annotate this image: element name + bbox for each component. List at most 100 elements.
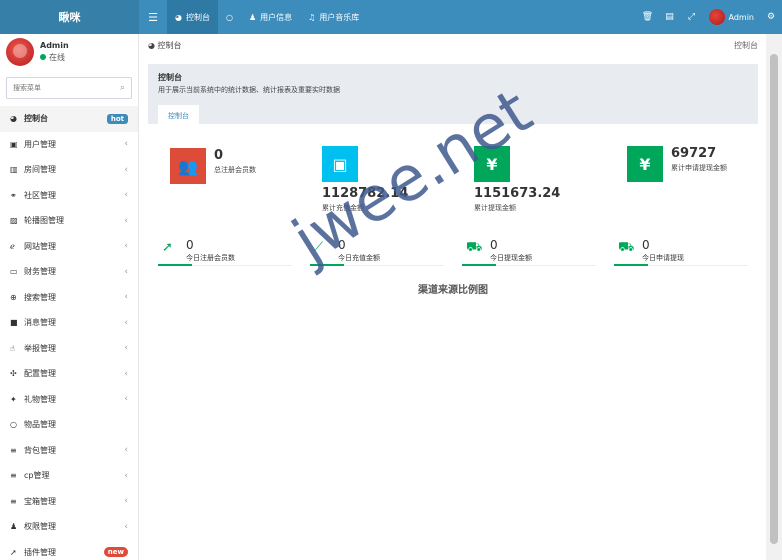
stat-total-members: 👥 0 总注册会员数 bbox=[170, 148, 256, 184]
nav-user-info-label: 用户信息 bbox=[260, 12, 293, 22]
sidebar-item-rooms[interactable]: ▥ 房间管理 ‹ bbox=[0, 157, 138, 183]
page-scrollbar[interactable] bbox=[766, 34, 782, 560]
sidebar: Admin 在线 ⌕ ◕ 控制台 hot ▣ 用户管理 ‹ ▥ 房间管理 ‹ ⚭ 社区管理 ‹ … bbox=[0, 34, 139, 560]
sidebar-item-label: cp管理 bbox=[24, 471, 50, 481]
chevron-left-icon: ‹ bbox=[124, 317, 128, 328]
nav-user-info[interactable]: ♟ 用户信息 bbox=[241, 0, 300, 34]
sidebar-menu: ◕ 控制台 hot ▣ 用户管理 ‹ ▥ 房间管理 ‹ ⚭ 社区管理 ‹ ▨ 轮播图管理 ‹ ℯ 网站… bbox=[0, 106, 138, 560]
shopping-bag-icon: ▣ bbox=[322, 146, 358, 182]
app-logo[interactable]: 瞅咪 bbox=[0, 0, 139, 34]
sidebar-item-label: 控制台 bbox=[24, 114, 48, 124]
search-plus-icon: ⊕ bbox=[10, 292, 17, 302]
sidebar-item-plugins[interactable]: ➚ 插件管理 new bbox=[0, 540, 138, 560]
list-icon: ≡ bbox=[10, 471, 17, 481]
bank-icon: ▥ bbox=[10, 165, 18, 175]
stat-total-withdraw: ¥ 1151673.24 累计提现金额 bbox=[474, 146, 560, 213]
main-content: ◕ 控制台 控制台 控制台 用于展示当前系统中的统计数据、统计报表及重要实时数据… bbox=[140, 34, 766, 560]
users-icon: 👥 bbox=[170, 148, 206, 184]
stat-value: 0 bbox=[214, 148, 224, 163]
nav-circle[interactable]: ○ bbox=[218, 0, 241, 34]
nav-music-library[interactable]: ♫ 用户音乐库 bbox=[300, 0, 367, 34]
stat-value: 69727 bbox=[671, 146, 717, 161]
sidebar-item-finance[interactable]: ▭ 财务管理 ‹ bbox=[0, 259, 138, 285]
fullscreen-icon[interactable]: ⤢ bbox=[681, 0, 703, 34]
sidebar-item-search[interactable]: ⊕ 搜索管理 ‹ bbox=[0, 285, 138, 311]
sidebar-item-dashboard[interactable]: ◕ 控制台 hot bbox=[0, 106, 138, 132]
sidebar-item-cp[interactable]: ≡ cp管理 ‹ bbox=[0, 463, 138, 489]
ie-icon: ℯ bbox=[10, 241, 15, 251]
sidebar-item-label: 轮播图管理 bbox=[24, 216, 64, 226]
stat-value: 0 bbox=[338, 238, 346, 252]
breadcrumb-current[interactable]: 控制台 bbox=[158, 40, 182, 51]
sidebar-item-reports[interactable]: ☝ 举报管理 ‹ bbox=[0, 336, 138, 362]
chevron-left-icon: ‹ bbox=[124, 343, 128, 354]
menu-toggle-icon[interactable]: ☰ bbox=[139, 0, 167, 34]
cart-icon: ⛟ bbox=[618, 240, 635, 255]
search-icon[interactable]: ⌕ bbox=[120, 83, 125, 93]
sidebar-item-label: 宝箱管理 bbox=[24, 496, 56, 506]
chevron-left-icon: ‹ bbox=[124, 266, 128, 277]
chevron-left-icon: ‹ bbox=[124, 394, 128, 405]
sidebar-item-website[interactable]: ℯ 网站管理 ‹ bbox=[0, 234, 138, 260]
sidebar-item-label: 配置管理 bbox=[24, 369, 56, 379]
today-register: ➚ 0 今日注册会员数 bbox=[158, 234, 292, 266]
sidebar-item-community[interactable]: ⚭ 社区管理 ‹ bbox=[0, 183, 138, 209]
user-icon: ♟ bbox=[248, 12, 257, 22]
progress-bar bbox=[158, 264, 192, 266]
trash-icon[interactable]: 🗑 bbox=[637, 0, 659, 34]
rocket-icon: ➚ bbox=[162, 240, 173, 255]
progress-bar bbox=[310, 264, 344, 266]
sidebar-item-messages[interactable]: ■ 消息管理 ‹ bbox=[0, 310, 138, 336]
list-icon: ≡ bbox=[10, 496, 17, 506]
sidebar-item-label: 社区管理 bbox=[24, 190, 56, 200]
sidebar-item-treasure[interactable]: ≡ 宝箱管理 ‹ bbox=[0, 489, 138, 515]
online-status: 在线 bbox=[40, 52, 69, 63]
sidebar-item-items[interactable]: ○ 物品管理 bbox=[0, 412, 138, 438]
circle-icon: ○ bbox=[225, 12, 233, 22]
scrollbar-thumb[interactable] bbox=[770, 54, 778, 544]
stat-value: 0 bbox=[490, 238, 498, 252]
search-input[interactable] bbox=[13, 84, 120, 92]
stat-value: 0 bbox=[186, 238, 194, 252]
avatar bbox=[708, 9, 725, 25]
chevron-left-icon: ‹ bbox=[124, 470, 128, 481]
language-icon[interactable]: ▤ bbox=[659, 0, 681, 34]
sidebar-item-carousel[interactable]: ▨ 轮播图管理 ‹ bbox=[0, 208, 138, 234]
stat-label: 今日申请提现 bbox=[642, 254, 684, 262]
sidebar-item-label: 房间管理 bbox=[24, 165, 56, 175]
users-group-icon: ♟ bbox=[10, 522, 18, 532]
circle-icon: ○ bbox=[10, 420, 17, 430]
sidebar-item-config[interactable]: ✣ 配置管理 ‹ bbox=[0, 361, 138, 387]
dashboard-icon: ◕ bbox=[148, 40, 158, 50]
stat-label: 今日注册会员数 bbox=[186, 254, 235, 262]
breadcrumb-right[interactable]: 控制台 bbox=[734, 40, 758, 51]
user-panel: Admin 在线 bbox=[0, 34, 138, 69]
nav-dashboard[interactable]: ◕ 控制台 bbox=[167, 0, 218, 34]
user-menu[interactable]: Admin bbox=[703, 9, 761, 25]
sidebar-item-backpack[interactable]: ≡ 背包管理 ‹ bbox=[0, 438, 138, 464]
gift-icon: ✦ bbox=[10, 394, 17, 404]
new-badge: new bbox=[103, 547, 128, 558]
top-navbar: 瞅咪 ☰ ◕ 控制台 ○ ♟ 用户信息 ♫ 用户音乐库 🗑 ▤ ⤢ Admin … bbox=[0, 0, 782, 34]
money-icon: ▭ bbox=[10, 267, 18, 277]
page-description: 用于展示当前系统中的统计数据、统计报表及重要实时数据 bbox=[158, 86, 340, 94]
status-text: 在线 bbox=[49, 52, 65, 62]
stat-value: 0 bbox=[642, 238, 650, 252]
sidebar-item-users[interactable]: ▣ 用户管理 ‹ bbox=[0, 132, 138, 158]
top-nav: ◕ 控制台 ○ ♟ 用户信息 ♫ 用户音乐库 bbox=[167, 0, 367, 34]
sidebar-item-permissions[interactable]: ♟ 权限管理 ‹ bbox=[0, 514, 138, 540]
stat-total-withdraw-requests: ¥ 69727 累计申请提现金额 bbox=[627, 146, 727, 182]
sidebar-search: ⌕ bbox=[6, 77, 132, 99]
chevron-left-icon: ‹ bbox=[124, 190, 128, 201]
yen-icon: ¥ bbox=[627, 146, 663, 182]
chevron-left-icon: ‹ bbox=[124, 521, 128, 532]
sidebar-item-label: 礼物管理 bbox=[24, 394, 56, 404]
stat-value: 1151673.24 bbox=[474, 186, 561, 201]
progress-bar bbox=[614, 264, 648, 266]
yen-icon: ¥ bbox=[474, 146, 510, 182]
settings-icon[interactable]: ⚙ bbox=[760, 0, 782, 34]
stat-label: 今日充值金额 bbox=[338, 254, 380, 262]
sidebar-item-label: 用户管理 bbox=[24, 139, 56, 149]
sidebar-item-gifts[interactable]: ✦ 礼物管理 ‹ bbox=[0, 387, 138, 413]
stat-label: 累计提现金额 bbox=[474, 204, 516, 212]
